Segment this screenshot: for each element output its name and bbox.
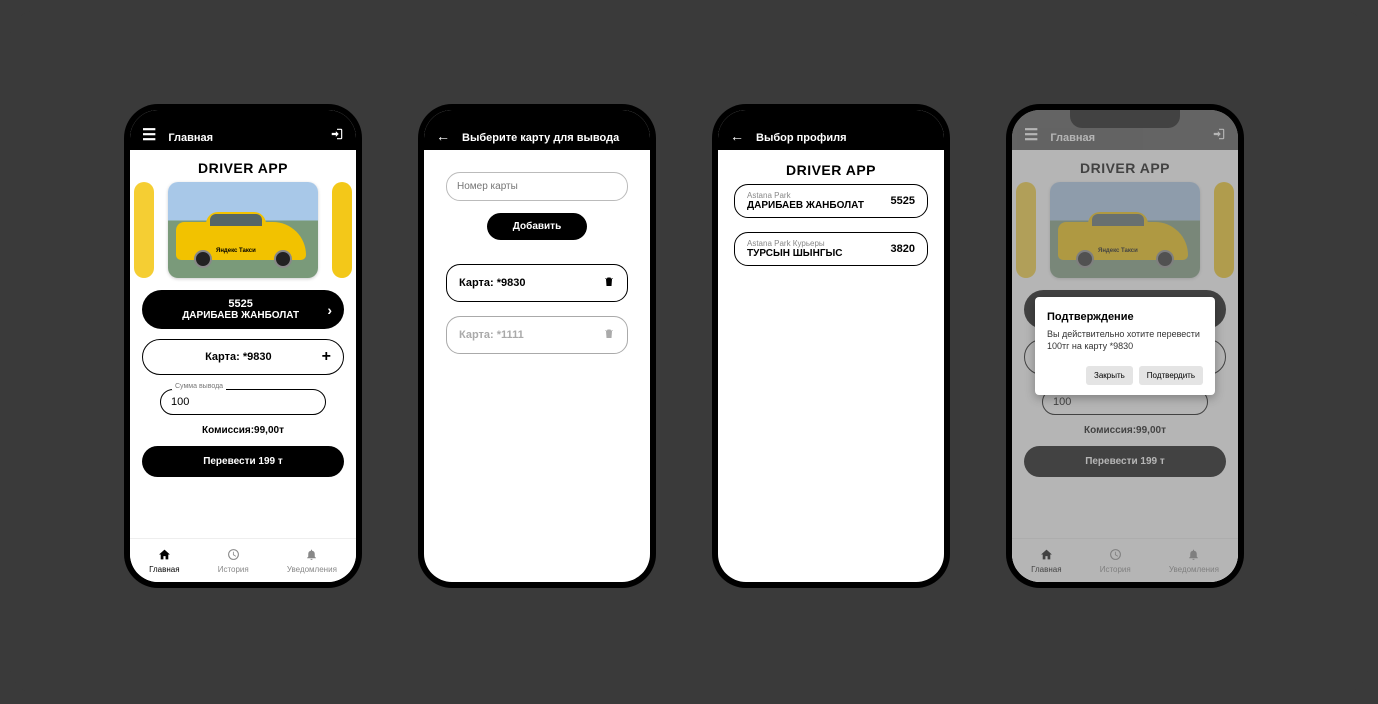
amount-input[interactable] <box>160 389 326 415</box>
phone-screen-select-card: ← Выберите карту для вывода Добавить Кар… <box>424 110 650 582</box>
dialog-title: Подтверждение <box>1047 311 1203 323</box>
profile-select-button[interactable]: 5525 ДАРИБАЕВ ЖАНБОЛАТ › <box>142 290 344 329</box>
nav-notifications[interactable]: Уведомления <box>287 548 337 574</box>
image-carousel[interactable]: Яндекс Такси <box>142 182 344 278</box>
carousel-next-peek <box>332 182 352 278</box>
confirm-dialog: Подтверждение Вы действительно хотите пе… <box>1035 297 1215 395</box>
phone-notch <box>776 110 886 128</box>
profile-company: Astana Park Курьеры <box>747 239 891 248</box>
bell-icon <box>287 548 337 564</box>
amount-input-wrap: Сумма вывода <box>160 389 326 415</box>
card-select-row[interactable]: Карта: *9830 + <box>142 339 344 375</box>
phone-screen-main: ☰ Главная DRIVER APP Яндекс Такси <box>130 110 356 582</box>
menu-icon[interactable]: ☰ <box>142 128 156 144</box>
design-canvas: ☰ Главная DRIVER APP Яндекс Такси <box>10 10 1368 694</box>
phone-screen-confirm-dialog: ☰ Главная DRIVER APP Яндекс Такси 5525 Д… <box>1012 110 1238 582</box>
modal-overlay[interactable]: Подтверждение Вы действительно хотите пе… <box>1012 110 1238 582</box>
clock-icon <box>218 548 249 564</box>
header-title: Выберите карту для вывода <box>462 132 638 144</box>
plus-icon[interactable]: + <box>322 348 331 366</box>
phone-notch <box>482 110 592 128</box>
add-card-button[interactable]: Добавить <box>487 213 587 240</box>
main-content: DRIVER APP Яндекс Такси 5525 ДАРИБАЕВ ЖА… <box>130 150 356 538</box>
app-title: DRIVER APP <box>734 162 928 178</box>
profile-code: 5525 <box>891 195 915 207</box>
back-arrow-icon[interactable]: ← <box>436 128 450 144</box>
header-title: Главная <box>168 132 318 144</box>
card-select-content: Добавить Карта: *9830 Карта: *1111 <box>424 150 650 538</box>
chevron-right-icon: › <box>327 302 332 318</box>
amount-label: Сумма вывода <box>172 383 226 390</box>
profile-select-content: DRIVER APP Astana Park ДАРИБАЕВ ЖАНБОЛАТ… <box>718 150 944 538</box>
card-item-label: Карта: *1111 <box>459 329 603 341</box>
phone-screen-select-profile: ← Выбор профиля DRIVER APP Astana Park Д… <box>718 110 944 582</box>
nav-home-label: Главная <box>149 565 179 574</box>
profile-company: Astana Park <box>747 191 891 200</box>
profile-name: ДАРИБАЕВ ЖАНБОЛАТ <box>747 200 891 211</box>
card-number-input[interactable] <box>446 172 628 201</box>
profile-code: 3820 <box>891 243 915 255</box>
app-title: DRIVER APP <box>142 160 344 176</box>
nav-history-label: История <box>218 565 249 574</box>
card-item-active[interactable]: Карта: *9830 <box>446 264 628 302</box>
profile-name: ТУРСЫН ШЫНГЫС <box>747 248 891 259</box>
taxi-image: Яндекс Такси <box>168 182 318 278</box>
phone-notch <box>188 110 298 128</box>
home-icon <box>149 548 179 564</box>
profile-code: 5525 <box>154 298 327 310</box>
profile-item[interactable]: Astana Park ДАРИБАЕВ ЖАНБОЛАТ 5525 <box>734 184 928 218</box>
profile-name: ДАРИБАЕВ ЖАНБОЛАТ <box>154 310 327 321</box>
carousel-prev-peek <box>134 182 154 278</box>
nav-home[interactable]: Главная <box>149 548 179 574</box>
card-item-label: Карта: *9830 <box>459 277 603 289</box>
trash-icon[interactable] <box>603 275 615 291</box>
back-arrow-icon[interactable]: ← <box>730 128 744 144</box>
card-label: Карта: *9830 <box>155 351 322 363</box>
transfer-button[interactable]: Перевести 199 т <box>142 446 344 477</box>
bottom-nav: Главная История Уведомления <box>130 538 356 582</box>
profile-item[interactable]: Astana Park Курьеры ТУРСЫН ШЫНГЫС 3820 <box>734 232 928 266</box>
taxi-brand-text: Яндекс Такси <box>216 248 256 254</box>
card-item-inactive[interactable]: Карта: *1111 <box>446 316 628 354</box>
dialog-confirm-button[interactable]: Подтвердить <box>1139 366 1203 385</box>
nav-history[interactable]: История <box>218 548 249 574</box>
header-title: Выбор профиля <box>756 132 932 144</box>
commission-text: Комиссия:99,00т <box>142 425 344 436</box>
nav-notifications-label: Уведомления <box>287 565 337 574</box>
dialog-close-button[interactable]: Закрыть <box>1086 366 1133 385</box>
dialog-text: Вы действительно хотите перевести 100тг … <box>1047 329 1203 352</box>
logout-icon[interactable] <box>330 127 344 144</box>
trash-icon[interactable] <box>603 327 615 343</box>
